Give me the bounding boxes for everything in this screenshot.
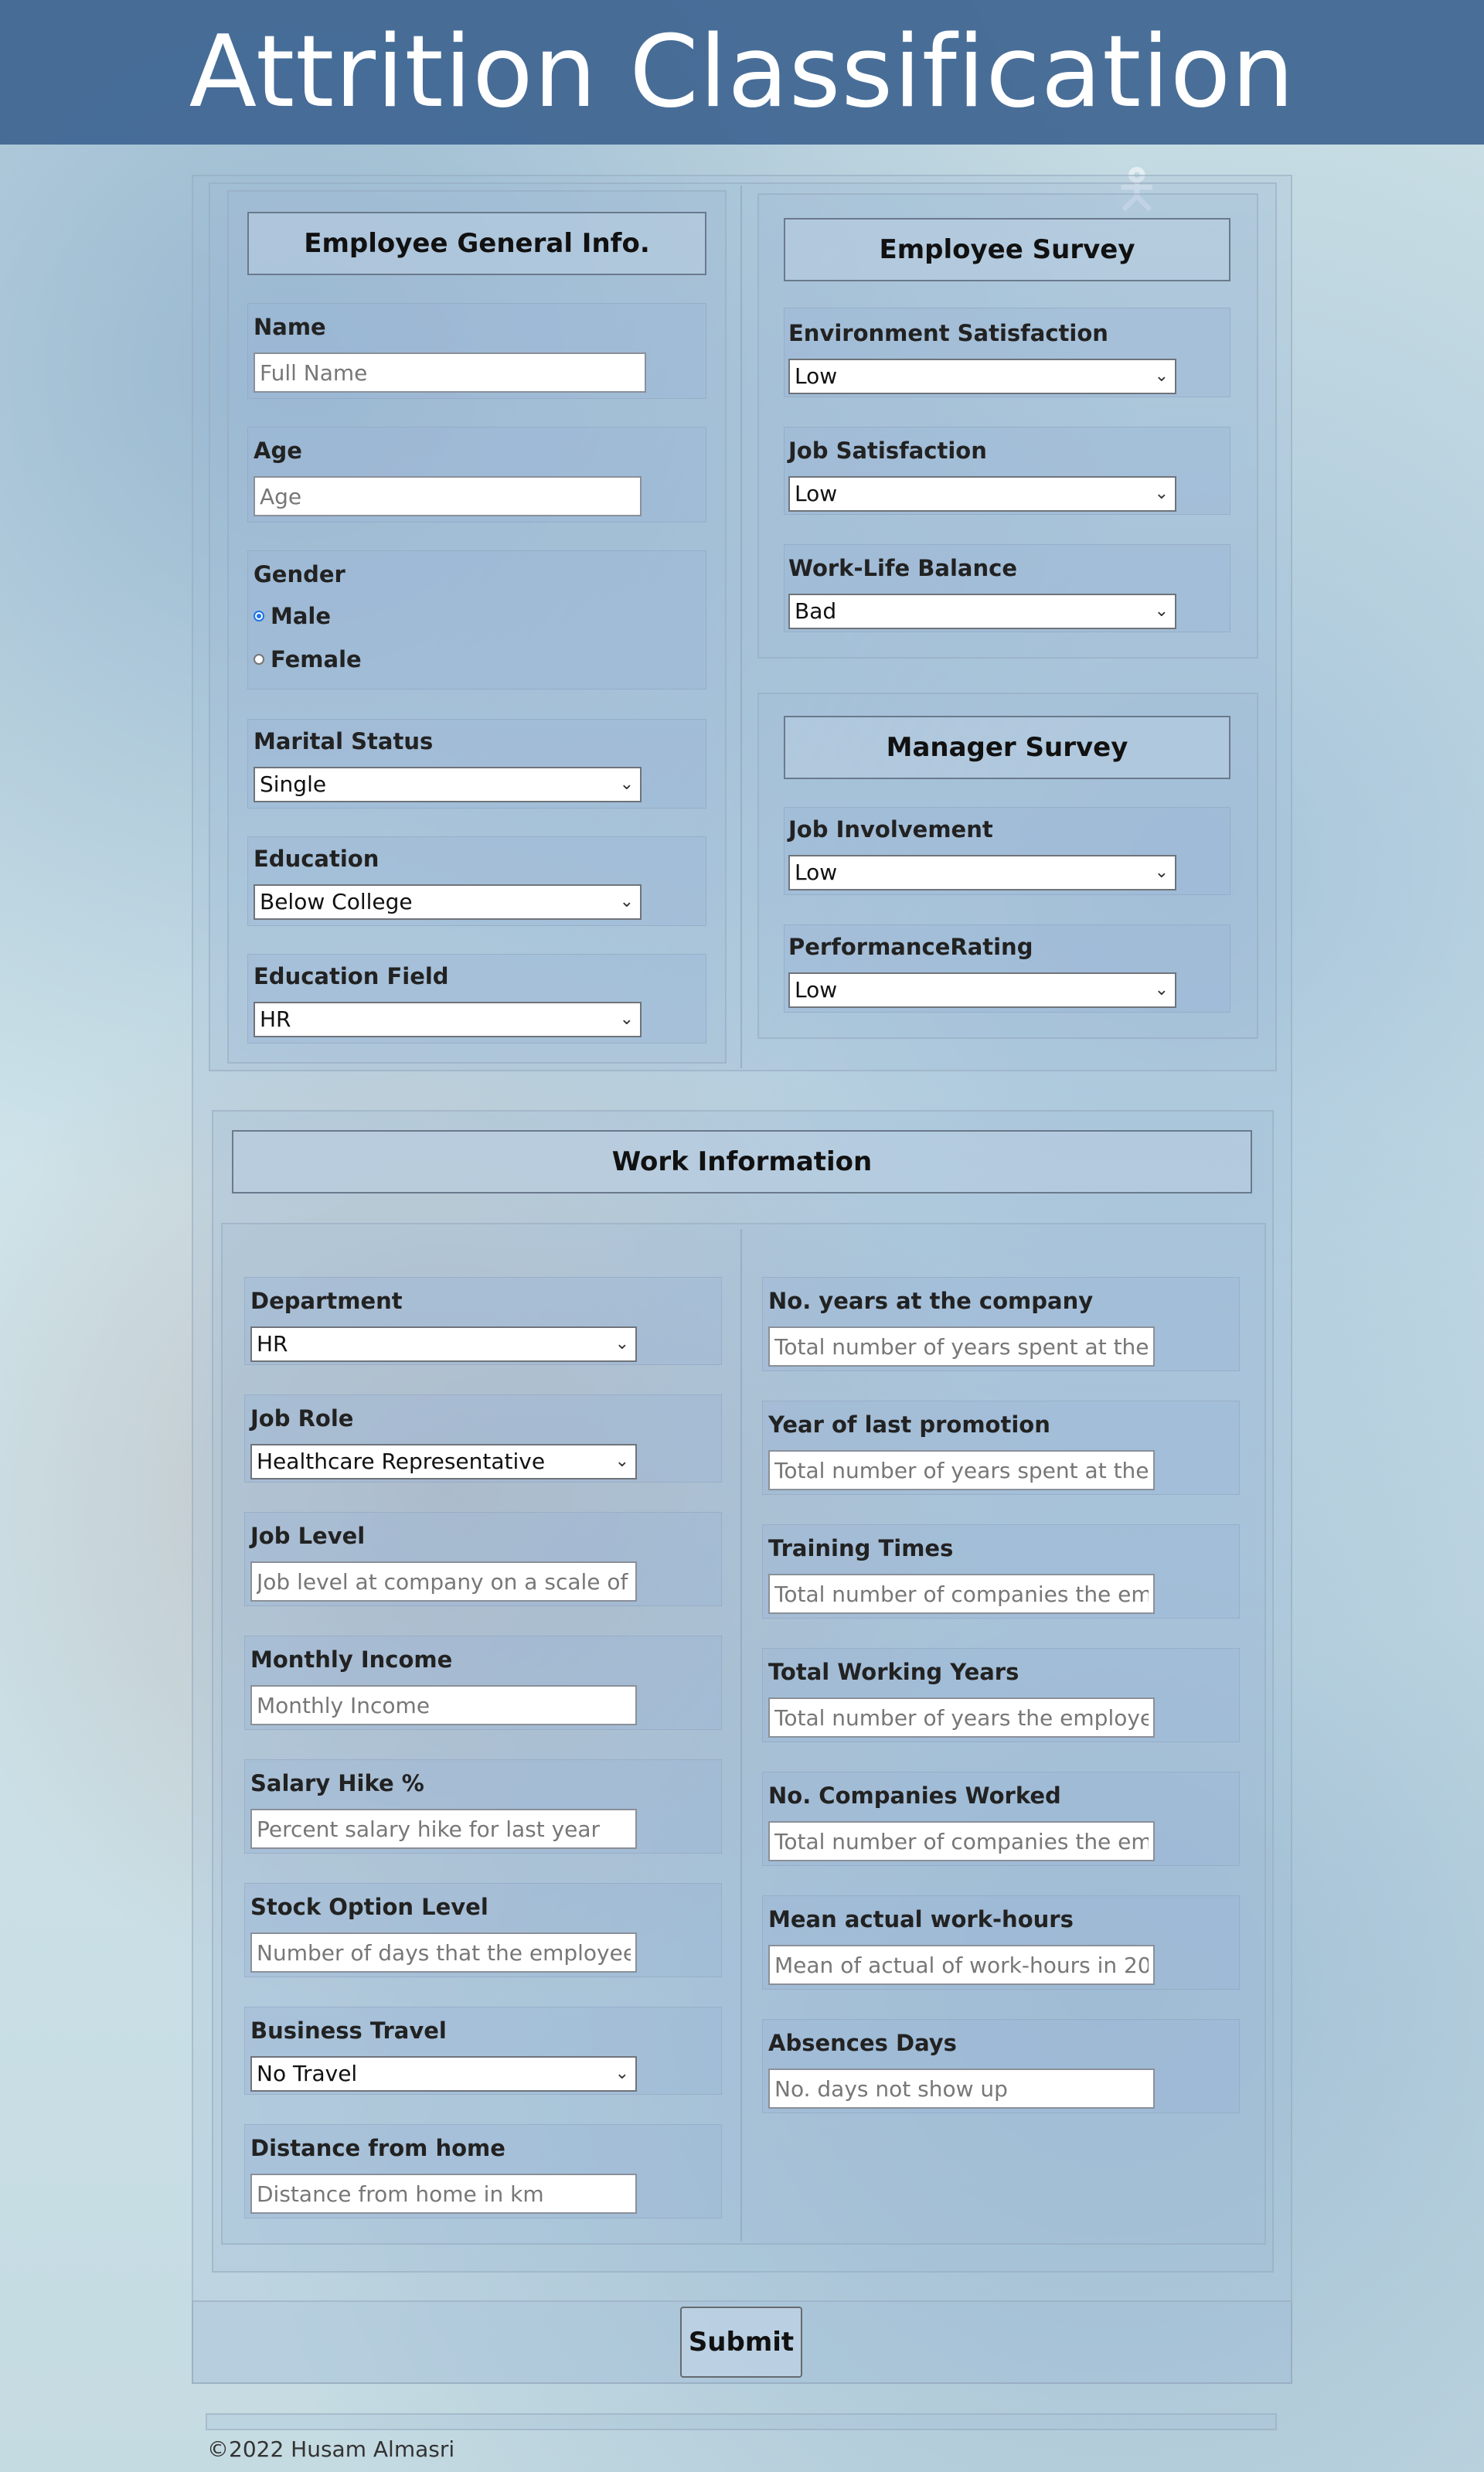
submit-button[interactable]: Submit (680, 2307, 802, 2378)
gender-female-radio[interactable]: Female (254, 646, 362, 672)
chevron-down-icon: ⌄ (614, 1334, 629, 1353)
job-satisfaction-select[interactable]: Low ⌄ (788, 476, 1176, 512)
marital-select[interactable]: Single ⌄ (254, 767, 642, 802)
age-label: Age (254, 438, 302, 464)
chevron-down-icon: ⌄ (619, 775, 634, 794)
gender-male-radio[interactable]: Male (254, 603, 331, 629)
education-value: Below College (260, 889, 413, 914)
last-promotion-label: Year of last promotion (768, 1411, 1050, 1438)
chevron-down-icon: ⌄ (614, 2064, 629, 2083)
stock-option-label: Stock Option Level (250, 1894, 488, 1920)
total-years-label: Total Working Years (768, 1659, 1019, 1685)
job-satisfaction-value: Low (795, 481, 838, 506)
involvement-label: Job Involvement (788, 816, 993, 843)
gender-label: Gender (254, 561, 345, 587)
footer-copyright: ©2022 Husam Almasri (207, 2436, 455, 2462)
radio-unselected-icon (254, 654, 264, 665)
education-field-value: HR (260, 1006, 291, 1032)
education-select[interactable]: Below College ⌄ (254, 884, 642, 920)
chevron-down-icon: ⌄ (1154, 484, 1169, 503)
education-field-select[interactable]: HR ⌄ (254, 1002, 642, 1037)
monthly-income-label: Monthly Income (250, 1646, 453, 1673)
training-label: Training Times (768, 1535, 954, 1561)
gender-male-label: Male (271, 603, 332, 629)
age-input[interactable] (254, 476, 642, 516)
chevron-down-icon: ⌄ (614, 1452, 629, 1471)
wlb-select[interactable]: Bad ⌄ (788, 594, 1176, 629)
column-divider (740, 186, 742, 1068)
environment-select[interactable]: Low ⌄ (788, 359, 1176, 394)
job-role-select[interactable]: Healthcare Representative ⌄ (250, 1444, 637, 1479)
chevron-down-icon: ⌄ (619, 892, 634, 911)
companies-label: No. Companies Worked (768, 1782, 1061, 1809)
job-role-label: Job Role (250, 1405, 354, 1432)
work-hours-input[interactable] (768, 1945, 1155, 1985)
gender-female-label: Female (271, 646, 362, 672)
business-travel-select[interactable]: No Travel ⌄ (250, 2056, 637, 2092)
manager-survey-title: Manager Survey (784, 716, 1230, 779)
name-input[interactable] (254, 352, 646, 393)
involvement-value: Low (795, 860, 838, 885)
salary-hike-label: Salary Hike % (250, 1770, 424, 1796)
distance-label: Distance from home (250, 2135, 505, 2161)
marital-label: Marital Status (254, 728, 434, 754)
job-level-input[interactable] (250, 1561, 637, 1602)
last-promotion-input[interactable] (768, 1450, 1155, 1490)
name-label: Name (254, 314, 326, 340)
work-info-title: Work Information (232, 1130, 1252, 1193)
training-input[interactable] (768, 1574, 1155, 1614)
environment-value: Low (795, 363, 838, 389)
job-role-value: Healthcare Representative (257, 1449, 546, 1474)
department-value: HR (257, 1331, 288, 1357)
stock-option-input[interactable] (250, 1932, 637, 1973)
environment-label: Environment Satisfaction (788, 320, 1108, 346)
chevron-down-icon: ⌄ (1154, 863, 1169, 882)
performance-value: Low (795, 977, 838, 1003)
total-years-input[interactable] (768, 1697, 1155, 1738)
page-title: Attrition Classification (189, 15, 1295, 130)
marital-value: Single (260, 771, 327, 797)
general-info-title: Employee General Info. (247, 212, 706, 275)
business-travel-label: Business Travel (250, 2017, 447, 2044)
job-satisfaction-label: Job Satisfaction (788, 438, 987, 464)
chevron-down-icon: ⌄ (1154, 601, 1169, 621)
wlb-label: Work-Life Balance (788, 555, 1017, 581)
work-column-divider (740, 1229, 742, 2242)
monthly-income-input[interactable] (250, 1685, 637, 1725)
employee-survey-title: Employee Survey (784, 218, 1230, 281)
page-header: Attrition Classification (0, 0, 1484, 145)
radio-selected-icon (254, 611, 264, 621)
performance-label: PerformanceRating (788, 934, 1033, 960)
absences-input[interactable] (768, 2069, 1155, 2109)
education-label: Education (254, 846, 380, 872)
chevron-down-icon: ⌄ (1154, 980, 1169, 999)
chevron-down-icon: ⌄ (619, 1010, 634, 1029)
years-company-input[interactable] (768, 1326, 1155, 1367)
department-select[interactable]: HR ⌄ (250, 1326, 637, 1362)
job-level-label: Job Level (250, 1523, 366, 1549)
absences-label: Absences Days (768, 2030, 957, 2056)
salary-hike-input[interactable] (250, 1809, 637, 1849)
business-travel-value: No Travel (257, 2061, 358, 2086)
involvement-select[interactable]: Low ⌄ (788, 855, 1176, 890)
footer-bar (206, 2413, 1277, 2430)
department-label: Department (250, 1288, 403, 1314)
distance-input[interactable] (250, 2174, 637, 2214)
companies-input[interactable] (768, 1821, 1155, 1861)
years-company-label: No. years at the company (768, 1288, 1094, 1314)
wlb-value: Bad (795, 598, 837, 624)
chevron-down-icon: ⌄ (1154, 366, 1169, 386)
education-field-label: Education Field (254, 963, 449, 989)
performance-select[interactable]: Low ⌄ (788, 972, 1176, 1008)
work-hours-label: Mean actual work-hours (768, 1906, 1074, 1932)
